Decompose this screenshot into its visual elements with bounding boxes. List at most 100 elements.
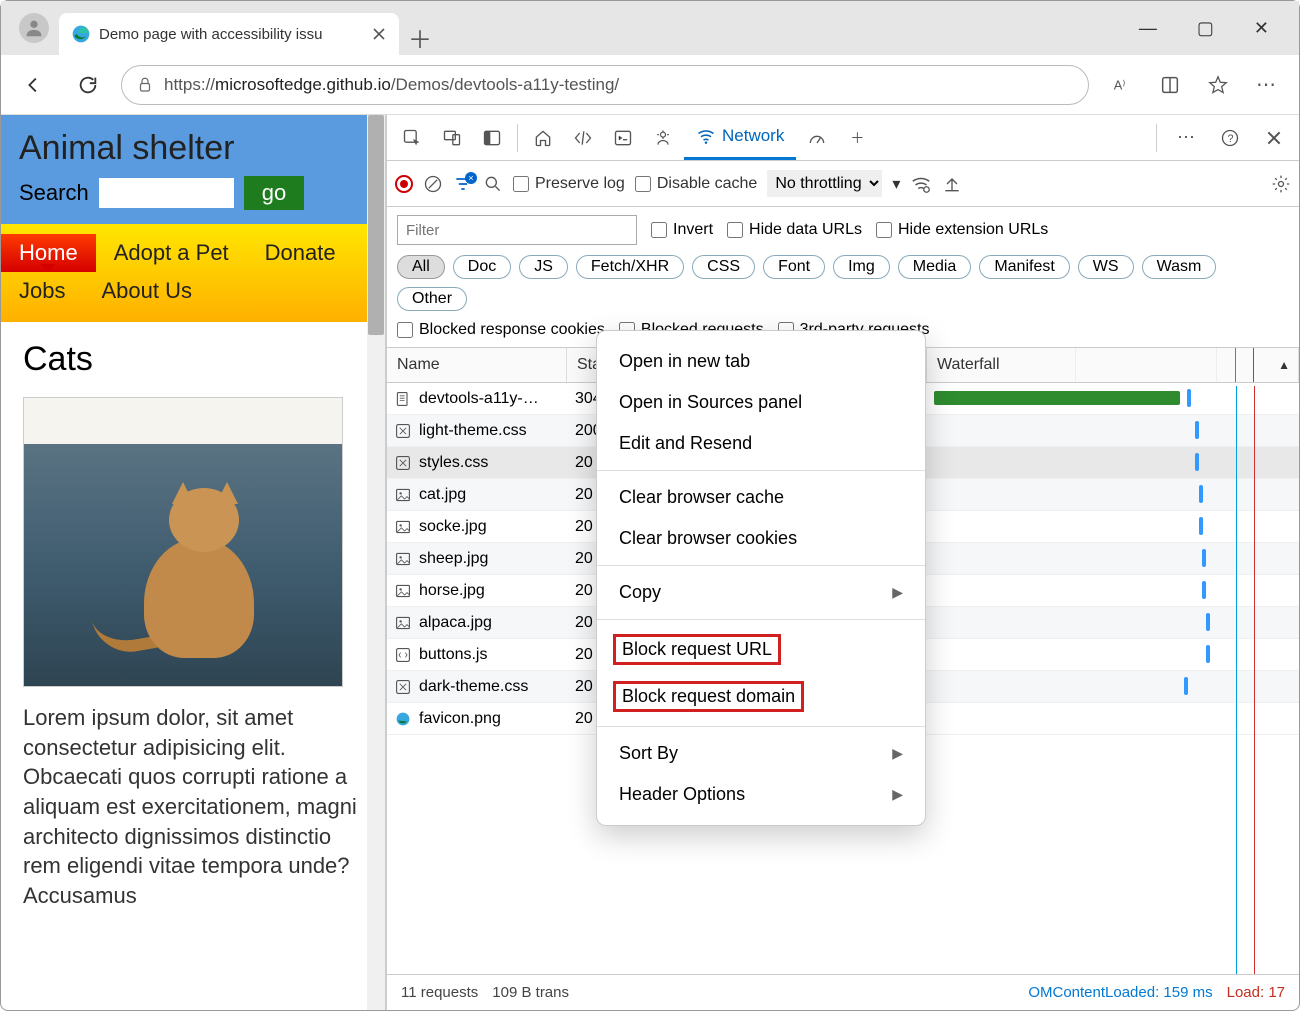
network-toolbar: × Preserve log Disable cache No throttli… — [387, 161, 1299, 207]
disable-cache-checkbox[interactable]: Disable cache — [635, 175, 758, 193]
filter-pill-doc[interactable]: Doc — [453, 255, 511, 279]
ctx-block-domain[interactable]: Block request domain — [597, 673, 925, 720]
record-button[interactable] — [395, 175, 413, 193]
network-statusbar: 11 requests 109 B trans OMContentLoaded:… — [387, 974, 1299, 1010]
ctx-edit-resend[interactable]: Edit and Resend — [597, 423, 925, 464]
console-tab-icon[interactable] — [604, 119, 642, 157]
back-button[interactable] — [13, 64, 55, 106]
ctx-copy[interactable]: Copy▶ — [597, 572, 925, 613]
read-aloud-button[interactable]: A⁾ — [1101, 64, 1143, 106]
search-label: Search — [19, 180, 89, 206]
clear-icon[interactable] — [423, 174, 443, 194]
reader-button[interactable] — [1149, 64, 1191, 106]
performance-tab-icon[interactable] — [798, 119, 836, 157]
page-content: Animal shelter Search go Home Adopt a Pe… — [1, 115, 386, 1010]
sources-tab-icon[interactable] — [644, 119, 682, 157]
url-text: https://microsoftedge.github.io/Demos/de… — [164, 75, 619, 95]
maximize-icon[interactable]: ▢ — [1197, 18, 1214, 39]
hide-data-urls-checkbox[interactable]: Hide data URLs — [727, 221, 862, 239]
ctx-open-sources[interactable]: Open in Sources panel — [597, 382, 925, 423]
ctx-header-options[interactable]: Header Options▶ — [597, 774, 925, 815]
close-window-icon[interactable]: ✕ — [1254, 18, 1269, 39]
ctx-clear-cookies[interactable]: Clear browser cookies — [597, 518, 925, 559]
network-filters: Invert Hide data URLs Hide extension URL… — [387, 207, 1299, 348]
welcome-tab-icon[interactable] — [524, 119, 562, 157]
edge-favicon-icon — [71, 24, 91, 44]
site-nav: Home Adopt a Pet Donate Jobs About Us — [1, 224, 385, 322]
wifi-icon — [696, 126, 716, 146]
svg-text:A⁾: A⁾ — [1114, 77, 1126, 92]
new-tab-button[interactable]: ＋ — [399, 20, 441, 55]
filter-pill-wasm[interactable]: Wasm — [1142, 255, 1217, 279]
settings-icon[interactable] — [1271, 174, 1291, 194]
col-waterfall[interactable]: Waterfall▲ — [927, 348, 1299, 382]
nav-home[interactable]: Home — [1, 234, 96, 272]
nav-adopt[interactable]: Adopt a Pet — [96, 234, 247, 272]
person-icon — [23, 17, 45, 39]
search-icon[interactable] — [483, 174, 503, 194]
close-devtools-icon[interactable] — [1255, 119, 1293, 157]
ctx-open-new-tab[interactable]: Open in new tab — [597, 341, 925, 382]
lock-icon — [136, 76, 154, 94]
filter-pill-img[interactable]: Img — [833, 255, 890, 279]
filter-pill-all[interactable]: All — [397, 255, 445, 279]
dock-icon[interactable] — [473, 119, 511, 157]
close-tab-icon[interactable] — [371, 26, 387, 42]
nav-about[interactable]: About Us — [83, 272, 210, 310]
search-input[interactable] — [99, 178, 234, 208]
status-domcontentloaded: OMContentLoaded: 159 ms — [1028, 984, 1212, 1001]
elements-tab-icon[interactable] — [564, 119, 602, 157]
page-subheading: Cats — [23, 340, 363, 379]
import-har-icon[interactable] — [942, 174, 962, 194]
inspect-icon[interactable] — [393, 119, 431, 157]
network-conditions-icon[interactable] — [910, 173, 932, 195]
window-controls: — ▢ ✕ — [1139, 18, 1299, 39]
filter-pill-font[interactable]: Font — [763, 255, 825, 279]
more-tabs-button[interactable]: ＋ — [838, 119, 876, 157]
address-bar: https://microsoftedge.github.io/Demos/de… — [1, 55, 1299, 115]
lorem-text: Lorem ipsum dolor, sit amet consectetur … — [23, 703, 363, 911]
status-load: Load: 17 — [1227, 984, 1285, 1001]
minimize-icon[interactable]: — — [1139, 18, 1157, 39]
filter-pill-js[interactable]: JS — [519, 255, 568, 279]
page-title: Animal shelter — [19, 129, 367, 168]
status-transferred: 109 B trans — [492, 984, 569, 1001]
invert-checkbox[interactable]: Invert — [651, 221, 713, 239]
profile-button[interactable] — [19, 13, 49, 43]
tab-title: Demo page with accessibility issu — [99, 26, 363, 43]
filter-toggle-icon[interactable]: × — [453, 174, 473, 194]
ctx-block-url[interactable]: Block request URL — [597, 626, 925, 673]
preserve-log-checkbox[interactable]: Preserve log — [513, 175, 625, 193]
status-requests: 11 requests — [401, 984, 478, 1001]
go-button[interactable]: go — [244, 176, 304, 210]
cat-image — [23, 397, 343, 687]
ctx-sort-by[interactable]: Sort By▶ — [597, 733, 925, 774]
filter-input[interactable] — [397, 215, 637, 245]
filter-pill-fetchxhr[interactable]: Fetch/XHR — [576, 255, 684, 279]
filter-pill-manifest[interactable]: Manifest — [979, 255, 1069, 279]
refresh-button[interactable] — [67, 64, 109, 106]
ctx-clear-cache[interactable]: Clear browser cache — [597, 477, 925, 518]
page-scrollbar[interactable] — [367, 115, 385, 1010]
filter-pill-media[interactable]: Media — [898, 255, 972, 279]
filter-pill-css[interactable]: CSS — [692, 255, 755, 279]
context-menu: Open in new tab Open in Sources panel Ed… — [596, 330, 926, 826]
devtools-tabs: Network ＋ ⋯ ? — [387, 115, 1299, 161]
url-box[interactable]: https://microsoftedge.github.io/Demos/de… — [121, 65, 1089, 105]
filter-pill-other[interactable]: Other — [397, 287, 467, 311]
svg-text:?: ? — [1228, 133, 1234, 145]
network-tab[interactable]: Network — [684, 115, 796, 160]
nav-donate[interactable]: Donate — [247, 234, 354, 272]
devtools-panel: Network ＋ ⋯ ? × Preserve log Disable cac… — [386, 115, 1299, 1010]
col-name[interactable]: Name — [387, 348, 567, 382]
favorite-button[interactable] — [1197, 64, 1239, 106]
browser-tab[interactable]: Demo page with accessibility issu — [59, 13, 399, 55]
help-icon[interactable]: ? — [1211, 119, 1249, 157]
filter-pill-ws[interactable]: WS — [1078, 255, 1134, 279]
throttling-select[interactable]: No throttling — [767, 170, 882, 197]
hide-extension-urls-checkbox[interactable]: Hide extension URLs — [876, 221, 1048, 239]
blocked-cookies-checkbox[interactable]: Blocked response cookies — [397, 321, 605, 339]
devtools-menu-icon[interactable]: ⋯ — [1167, 119, 1205, 157]
device-icon[interactable] — [433, 119, 471, 157]
menu-button[interactable]: ⋯ — [1245, 64, 1287, 106]
